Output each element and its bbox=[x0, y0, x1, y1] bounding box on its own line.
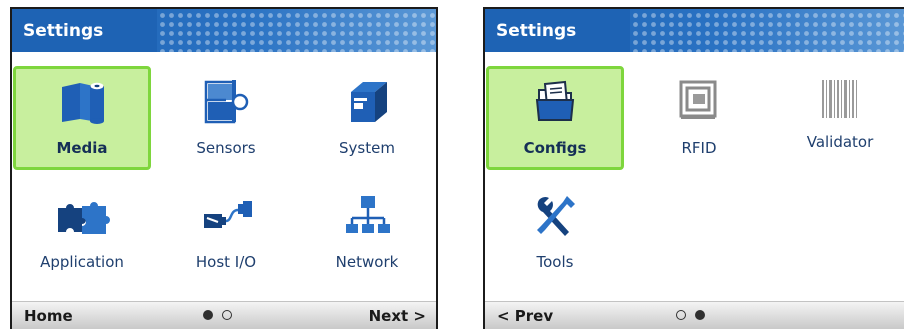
tools-icon bbox=[537, 196, 575, 236]
prev-button[interactable]: < Prev bbox=[497, 307, 553, 325]
tile-configs[interactable]: Configs bbox=[486, 66, 624, 170]
bottom-nav-bar: Home Next > bbox=[12, 301, 436, 329]
tile-host-io[interactable]: Host I/O bbox=[157, 180, 295, 284]
title-bar: Settings bbox=[485, 9, 904, 52]
media-roll-icon bbox=[62, 82, 104, 124]
tile-label: Media bbox=[56, 139, 108, 157]
tile-label: Validator bbox=[806, 133, 874, 151]
tile-sensors[interactable]: Sensors bbox=[157, 66, 295, 170]
title-bar: Settings bbox=[12, 9, 436, 52]
tile-tools[interactable]: Tools bbox=[486, 180, 624, 284]
page-indicator bbox=[676, 310, 705, 320]
tile-label: Tools bbox=[536, 253, 574, 271]
barcode-icon bbox=[822, 80, 857, 118]
bottom-nav-bar: < Prev bbox=[485, 301, 904, 329]
network-icon bbox=[346, 196, 390, 233]
tile-label: Application bbox=[40, 253, 124, 271]
tile-label: System bbox=[339, 139, 395, 157]
tile-media[interactable]: Media bbox=[13, 66, 151, 170]
tile-label: Host I/O bbox=[195, 253, 257, 271]
tile-application[interactable]: Application bbox=[13, 180, 151, 284]
printer-icon bbox=[351, 82, 387, 122]
screen-title: Settings bbox=[23, 21, 104, 41]
puzzle-icon bbox=[58, 202, 110, 234]
tile-label: Sensors bbox=[196, 139, 256, 157]
tile-network[interactable]: Network bbox=[298, 180, 436, 284]
settings-screen-page-1: Settings Media Sensors System Applicatio… bbox=[10, 7, 438, 329]
screen-title: Settings bbox=[496, 21, 577, 41]
settings-screen-page-2: Settings Configs RFID Validator Tools < … bbox=[483, 7, 904, 329]
tile-label: Configs bbox=[523, 139, 587, 157]
host-io-cable-icon bbox=[204, 201, 252, 228]
tile-label: RFID bbox=[681, 139, 717, 157]
home-button[interactable]: Home bbox=[24, 307, 73, 325]
page-dot-1 bbox=[203, 310, 213, 320]
page-dot-2 bbox=[695, 310, 705, 320]
config-folder-icon bbox=[535, 80, 575, 121]
rfid-tag-icon bbox=[679, 80, 717, 119]
next-button[interactable]: Next > bbox=[369, 307, 426, 325]
sensor-icon bbox=[204, 80, 249, 124]
page-dot-2 bbox=[222, 310, 232, 320]
page-indicator bbox=[203, 310, 232, 320]
tile-rfid[interactable]: RFID bbox=[630, 66, 768, 170]
tile-label: Network bbox=[335, 253, 399, 271]
page-dot-1 bbox=[676, 310, 686, 320]
tile-system[interactable]: System bbox=[298, 66, 436, 170]
tile-validator[interactable]: Validator bbox=[771, 66, 904, 170]
